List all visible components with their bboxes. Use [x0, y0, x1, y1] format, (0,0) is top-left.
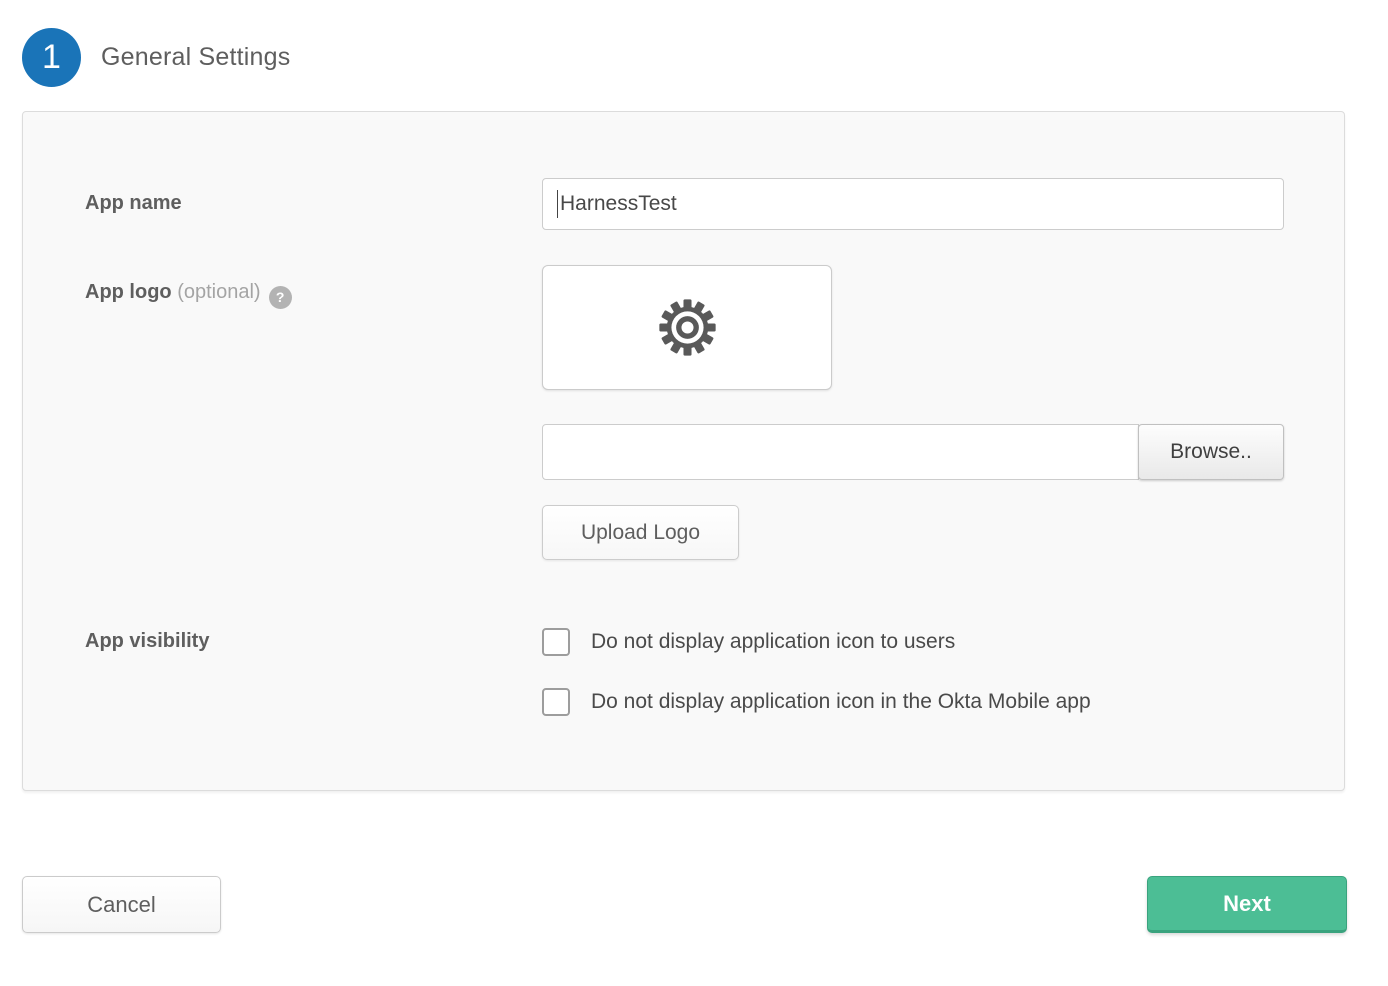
app-logo-optional-text: (optional)	[177, 281, 260, 303]
text-caret	[557, 190, 558, 218]
step-header: 1 General Settings	[22, 28, 1388, 87]
gear-icon	[654, 294, 721, 361]
logo-preview-box	[542, 265, 832, 390]
checkbox-do-not-display-icon-users[interactable]	[542, 628, 570, 656]
app-logo-label: App logo (optional)?	[85, 281, 292, 303]
app-logo-label-col: App logo (optional)?	[85, 265, 542, 560]
upload-logo-button[interactable]: Upload Logo	[542, 505, 739, 560]
app-logo-field-col: Browse.. Upload Logo	[542, 265, 1284, 560]
optional-suffix: (optional)	[177, 281, 260, 303]
app-visibility-field-col: Do not display application icon to users…	[542, 628, 1284, 716]
step-number-badge: 1	[22, 28, 81, 87]
browse-button[interactable]: Browse..	[1138, 424, 1284, 480]
app-name-row: App name	[85, 178, 1284, 230]
app-logo-label-text: App logo	[85, 281, 172, 303]
cancel-button[interactable]: Cancel	[22, 876, 221, 933]
general-settings-panel: App name App logo (optional)?	[22, 111, 1345, 791]
visibility-checkbox-row-mobile[interactable]: Do not display application icon in the O…	[542, 688, 1284, 716]
checkbox-do-not-display-icon-mobile[interactable]	[542, 688, 570, 716]
checkbox-label-users: Do not display application icon to users	[591, 630, 955, 654]
visibility-checkbox-row-users[interactable]: Do not display application icon to users	[542, 628, 1284, 656]
app-visibility-row: App visibility Do not display applicatio…	[85, 628, 1284, 716]
app-name-label: App name	[85, 192, 182, 214]
app-name-label-col: App name	[85, 178, 542, 230]
app-name-input[interactable]	[542, 178, 1284, 230]
wizard-footer: Cancel Next	[22, 876, 1347, 933]
logo-file-path-input[interactable]	[542, 424, 1139, 480]
step-number: 1	[42, 38, 61, 77]
logo-file-row: Browse..	[542, 424, 1284, 480]
checkbox-label-mobile: Do not display application icon in the O…	[591, 690, 1091, 714]
app-name-field-col	[542, 178, 1284, 230]
app-visibility-label-col: App visibility	[85, 628, 542, 716]
app-logo-row: App logo (optional)?	[85, 265, 1284, 560]
next-button[interactable]: Next	[1147, 876, 1347, 933]
question-mark-icon[interactable]: ?	[269, 286, 292, 309]
app-visibility-label: App visibility	[85, 630, 209, 652]
page-title: General Settings	[101, 43, 290, 72]
